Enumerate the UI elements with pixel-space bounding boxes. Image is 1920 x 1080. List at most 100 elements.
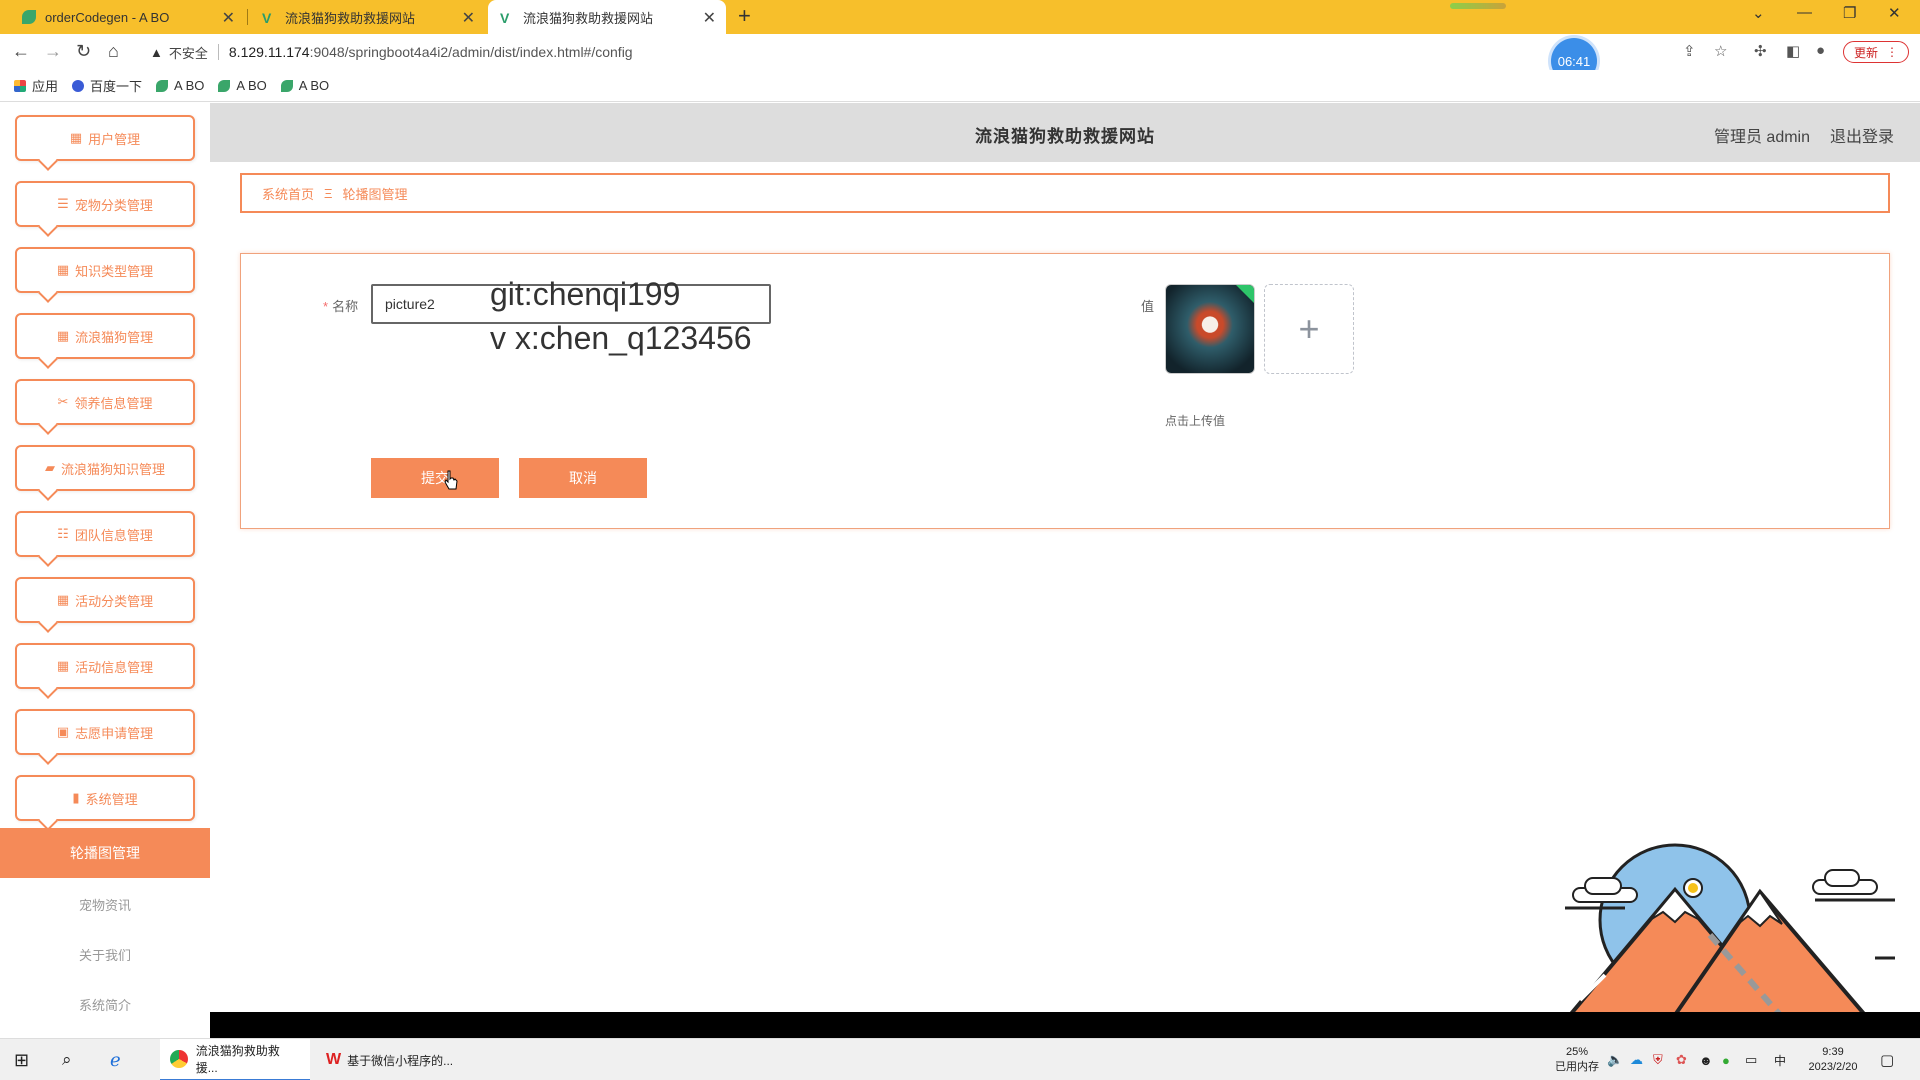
sidebar-item-activity-info[interactable]: ▦ 活动信息管理: [15, 643, 195, 689]
ime-indicator[interactable]: 中: [1774, 1039, 1786, 1080]
leaf-icon: [156, 79, 169, 92]
url-path: :9048/springboot4a4i2/admin/dist/index.h…: [309, 44, 633, 60]
bookmark-item[interactable]: 百度一下: [72, 76, 142, 95]
clock[interactable]: 9:39 2023/2/20: [1798, 1045, 1868, 1075]
browser-tab[interactable]: orderCodegen - A BO ✕: [10, 0, 245, 34]
sidebar-item-label: 团队信息管理: [74, 527, 153, 543]
briefcase-icon: ▰: [44, 460, 55, 475]
app-header: 流浪猫狗救助救援网站 管理员 admin 退出登录: [210, 103, 1920, 162]
side-panel-icon[interactable]: ◧: [1786, 42, 1800, 60]
tab-title: 流浪猫狗救助救援网站: [523, 10, 654, 26]
tab-title: orderCodegen - A BO: [45, 9, 170, 25]
close-window-icon[interactable]: ✕: [1888, 4, 1901, 22]
submenu-pet-news[interactable]: 宠物资讯: [0, 884, 210, 924]
memory-indicator[interactable]: 25% 已用内存: [1552, 1045, 1602, 1075]
windows-taskbar: ⊞ ⌕ ℯ 流浪猫狗救助救援... W 基于微信小程序的... 25% 已用内存…: [0, 1038, 1920, 1080]
cancel-button[interactable]: 取消: [519, 458, 647, 498]
bookmark-label: 百度一下: [90, 79, 143, 94]
tab-search-icon[interactable]: ⌄: [1752, 4, 1765, 22]
bookmark-item[interactable]: A BO: [156, 78, 204, 93]
restore-icon[interactable]: ❐: [1843, 4, 1856, 22]
sidebar: ▦ 用户管理 ☰ 宠物分类管理 ▦ 知识类型管理 ▦ 流浪猫狗管理 ✂ 领养信息…: [0, 103, 210, 1038]
admin-label: 管理员 admin: [1713, 129, 1810, 146]
taskbar-app-wps[interactable]: W 基于微信小程序的...: [316, 1039, 466, 1080]
chrome-icon: [170, 1050, 188, 1068]
bookmark-item[interactable]: A BO: [218, 78, 267, 93]
warning-icon: ▲: [150, 44, 163, 60]
sidebar-item-label: 流浪猫狗管理: [75, 329, 154, 345]
menu-dots-icon: ⋮: [1886, 45, 1899, 59]
sidebar-item-team[interactable]: ☷ 团队信息管理: [15, 511, 195, 557]
sliders-icon: ☷: [57, 526, 69, 541]
volume-icon[interactable]: 🔈: [1607, 1039, 1623, 1080]
memory-percent: 25%: [1565, 1046, 1589, 1058]
sidebar-item-adoption[interactable]: ✂ 领养信息管理: [15, 379, 195, 425]
url-host: 8.129.11.174: [228, 44, 310, 60]
network-icon[interactable]: ▭: [1745, 1039, 1757, 1080]
update-button[interactable]: 更新 ⋮: [1843, 41, 1910, 63]
taskbar-app-label: 流浪猫狗救助救援...: [195, 1044, 280, 1075]
taskbar-app-chrome[interactable]: 流浪猫狗救助救援...: [160, 1039, 310, 1080]
browser-tab-active[interactable]: V 流浪猫狗救助救援网站 ✕: [488, 0, 726, 34]
grid-icon: ▦: [56, 262, 70, 277]
wechat-tray-icon[interactable]: ●: [1722, 1039, 1730, 1080]
submit-button[interactable]: 提交: [371, 458, 499, 498]
home-icon[interactable]: ⌂: [108, 41, 119, 62]
clock-time: 9:39: [1822, 1046, 1844, 1058]
sidebar-item-activity-category[interactable]: ▦ 活动分类管理: [15, 577, 195, 623]
qq-tray-icon[interactable]: ☻: [1699, 1039, 1713, 1080]
sidebar-item-label: 流浪猫狗知识管理: [60, 461, 165, 477]
search-icon[interactable]: ⌕: [62, 1039, 72, 1080]
breadcrumb-home[interactable]: 系统首页: [262, 184, 314, 203]
upload-button[interactable]: +: [1264, 284, 1354, 374]
watermark-line-2: v x:chen_q123456: [490, 320, 752, 356]
minimize-icon[interactable]: —: [1797, 4, 1812, 21]
bookmark-item[interactable]: 应用: [14, 76, 58, 95]
sidebar-item-knowledge-type[interactable]: ▦ 知识类型管理: [15, 247, 195, 293]
url-bar[interactable]: ▲ 不安全 8.129.11.174 :9048/springboot4a4i2…: [140, 38, 1680, 66]
logout-link[interactable]: 退出登录: [1830, 123, 1894, 147]
new-tab-icon[interactable]: +: [738, 3, 751, 29]
sidebar-item-user[interactable]: ▦ 用户管理: [15, 115, 195, 161]
close-tab-icon[interactable]: ✕: [703, 8, 716, 28]
close-tab-icon[interactable]: ✕: [222, 8, 235, 28]
ticket-icon: ✂: [57, 394, 69, 409]
reload-icon[interactable]: ↻: [76, 41, 91, 62]
share-icon[interactable]: ⇪: [1683, 42, 1696, 60]
submenu-carousel[interactable]: 轮播图管理: [0, 828, 210, 878]
back-icon[interactable]: ←: [12, 41, 30, 62]
sidebar-item-stray-pets[interactable]: ▦ 流浪猫狗管理: [15, 313, 195, 359]
submenu-system-intro[interactable]: 系统简介: [0, 984, 210, 1024]
bookmark-item[interactable]: A BO: [280, 78, 330, 93]
browser-tab[interactable]: V 流浪猫狗救助救援网站 ✕: [250, 0, 485, 34]
bookmark-star-icon[interactable]: ☆: [1714, 42, 1727, 60]
bar-chart-icon: ▮: [72, 790, 80, 805]
required-mark: *: [323, 299, 329, 314]
sidebar-item-volunteer[interactable]: ▣ 志愿申请管理: [15, 709, 195, 755]
profile-icon[interactable]: ●: [1816, 42, 1825, 59]
sidebar-item-pet-category[interactable]: ☰ 宠物分类管理: [15, 181, 195, 227]
shield-tray-icon[interactable]: ⛨: [1653, 1039, 1663, 1080]
app-tray-icon[interactable]: ✿: [1676, 1039, 1687, 1080]
grid-icon: ▦: [56, 328, 70, 343]
vue-logo-icon: V: [262, 10, 272, 26]
sidebar-item-pet-knowledge[interactable]: ▰ 流浪猫狗知识管理: [15, 445, 195, 491]
bookmark-label: A BO: [298, 78, 330, 93]
clipboard-icon: ▣: [56, 724, 70, 739]
clock-date: 2023/2/20: [1808, 1061, 1858, 1073]
close-tab-icon[interactable]: ✕: [462, 8, 475, 28]
leaf-icon: [280, 79, 293, 92]
cloud-tray-icon[interactable]: ☁: [1630, 1039, 1643, 1080]
grid-icon: ▦: [69, 130, 83, 145]
notification-icon[interactable]: ▢: [1880, 1039, 1894, 1080]
extensions-icon[interactable]: ✣: [1754, 42, 1767, 60]
uploaded-image-thumbnail[interactable]: [1165, 284, 1255, 374]
leaf-icon: [218, 79, 231, 92]
windows-start-icon[interactable]: ⊞: [14, 1039, 29, 1080]
ie-browser-icon[interactable]: ℯ: [110, 1039, 121, 1080]
sidebar-item-system[interactable]: ▮ 系统管理: [15, 775, 195, 821]
bookmark-label: A BO: [236, 78, 267, 93]
sidebar-item-label: 用户管理: [88, 131, 141, 147]
submenu-about-us[interactable]: 关于我们: [0, 934, 210, 974]
forward-icon[interactable]: →: [44, 41, 62, 62]
